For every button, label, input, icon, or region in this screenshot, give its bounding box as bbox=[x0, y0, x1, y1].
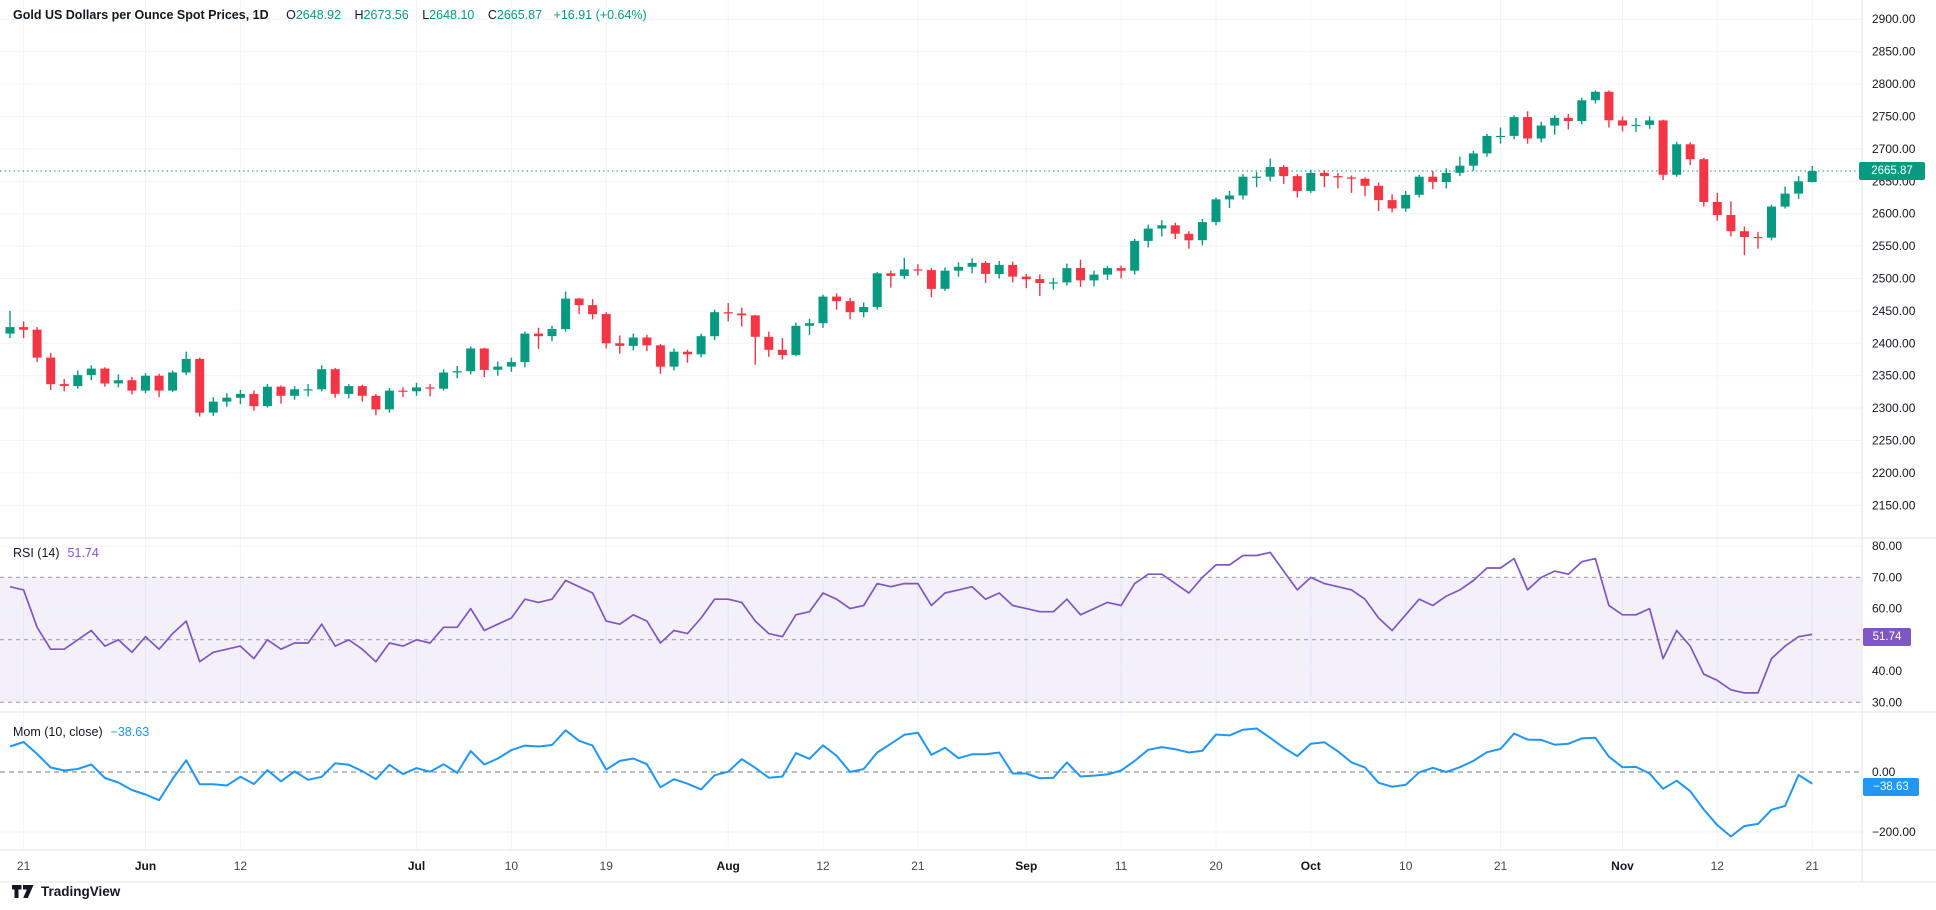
mom-axis[interactable]: 0.00 −200.00 bbox=[1872, 765, 1916, 839]
svg-text:2500.00: 2500.00 bbox=[1872, 272, 1916, 286]
svg-text:19: 19 bbox=[600, 859, 614, 873]
svg-text:2200.00: 2200.00 bbox=[1872, 466, 1916, 480]
svg-text:12: 12 bbox=[1711, 859, 1725, 873]
tradingview-logo-text: TradingView bbox=[41, 884, 120, 899]
svg-text:0.00: 0.00 bbox=[1872, 765, 1896, 779]
svg-text:12: 12 bbox=[234, 859, 248, 873]
ohlc-open-label: O bbox=[286, 8, 296, 22]
mom-indicator-name[interactable]: Mom (10, close) bbox=[13, 725, 103, 739]
mom-line bbox=[10, 729, 1812, 837]
tradingview-logo-icon bbox=[12, 885, 34, 899]
svg-text:2600.00: 2600.00 bbox=[1872, 207, 1916, 221]
svg-text:2250.00: 2250.00 bbox=[1872, 434, 1916, 448]
svg-text:−200.00: −200.00 bbox=[1872, 825, 1916, 839]
price-axis[interactable]: 2900.002850.002800.002750.002700.002650.… bbox=[1872, 12, 1916, 512]
svg-text:21: 21 bbox=[1806, 859, 1820, 873]
svg-text:2350.00: 2350.00 bbox=[1872, 369, 1916, 383]
svg-text:60.00: 60.00 bbox=[1872, 602, 1902, 616]
rsi-value: 51.74 bbox=[68, 546, 99, 560]
svg-text:Sep: Sep bbox=[1015, 859, 1037, 873]
svg-text:Oct: Oct bbox=[1301, 859, 1321, 873]
ohlc-close-value: 2665.87 bbox=[497, 8, 542, 22]
ohlc-high-value: 2673.56 bbox=[364, 8, 409, 22]
svg-text:Aug: Aug bbox=[717, 859, 740, 873]
time-axis[interactable]: 21 Jun 12 Jul 10 19 Aug 12 21 Sep 11 20 Oct 10 21 Nov 12… bbox=[17, 859, 1819, 873]
svg-text:Jul: Jul bbox=[408, 859, 425, 873]
svg-text:11: 11 bbox=[1115, 859, 1128, 873]
svg-text:2850.00: 2850.00 bbox=[1872, 45, 1916, 59]
svg-text:10: 10 bbox=[1399, 859, 1413, 873]
svg-text:2450.00: 2450.00 bbox=[1872, 304, 1916, 318]
rsi-indicator-name[interactable]: RSI (14) bbox=[13, 546, 60, 560]
rsi-legend: RSI (14) 51.74 bbox=[13, 546, 99, 560]
ohlc-close-label: C bbox=[488, 8, 497, 22]
price-change: +16.91 (+0.64%) bbox=[554, 8, 647, 22]
rsi-axis[interactable]: 80.0070.0060.0050.0040.0030.00 bbox=[1872, 539, 1902, 709]
svg-text:2150.00: 2150.00 bbox=[1872, 498, 1916, 512]
svg-text:2750.00: 2750.00 bbox=[1872, 110, 1916, 124]
ohlc-open-value: 2648.92 bbox=[296, 8, 341, 22]
ohlc-low-value: 2648.10 bbox=[429, 8, 474, 22]
tradingview-chart-widget: 2900.002850.002800.002750.002700.002650.… bbox=[0, 0, 1936, 910]
svg-text:2700.00: 2700.00 bbox=[1872, 142, 1916, 156]
svg-text:2400.00: 2400.00 bbox=[1872, 336, 1916, 350]
svg-text:10: 10 bbox=[505, 859, 519, 873]
rsi-value-badge: 51.74 bbox=[1863, 628, 1911, 646]
svg-text:2300.00: 2300.00 bbox=[1872, 401, 1916, 415]
svg-text:21: 21 bbox=[1494, 859, 1508, 873]
svg-text:Nov: Nov bbox=[1611, 859, 1634, 873]
mom-value: −38.63 bbox=[111, 725, 150, 739]
candlestick-series bbox=[6, 91, 1817, 417]
price-gridlines bbox=[0, 19, 1862, 505]
svg-text:80.00: 80.00 bbox=[1872, 539, 1902, 553]
tradingview-logo[interactable]: TradingView bbox=[12, 884, 120, 899]
chart-canvas[interactable]: 2900.002850.002800.002750.002700.002650.… bbox=[0, 0, 1936, 910]
symbol-legend: Gold US Dollars per Ounce Spot Prices, 1… bbox=[13, 8, 647, 22]
mom-legend: Mom (10, close) −38.63 bbox=[13, 725, 149, 739]
svg-text:2800.00: 2800.00 bbox=[1872, 77, 1916, 91]
symbol-title[interactable]: Gold US Dollars per Ounce Spot Prices, 1… bbox=[13, 8, 269, 22]
svg-text:30.00: 30.00 bbox=[1872, 695, 1902, 709]
ohlc-high-label: H bbox=[355, 8, 364, 22]
last-price-badge: 2665.87 bbox=[1859, 162, 1925, 180]
svg-text:Jun: Jun bbox=[135, 859, 156, 873]
svg-text:40.00: 40.00 bbox=[1872, 664, 1902, 678]
svg-text:21: 21 bbox=[17, 859, 31, 873]
svg-text:20: 20 bbox=[1209, 859, 1223, 873]
svg-text:70.00: 70.00 bbox=[1872, 570, 1902, 584]
svg-text:2550.00: 2550.00 bbox=[1872, 239, 1916, 253]
mom-value-badge: −38.63 bbox=[1863, 778, 1919, 796]
svg-text:21: 21 bbox=[911, 859, 925, 873]
svg-text:2900.00: 2900.00 bbox=[1872, 12, 1916, 26]
svg-text:12: 12 bbox=[816, 859, 830, 873]
